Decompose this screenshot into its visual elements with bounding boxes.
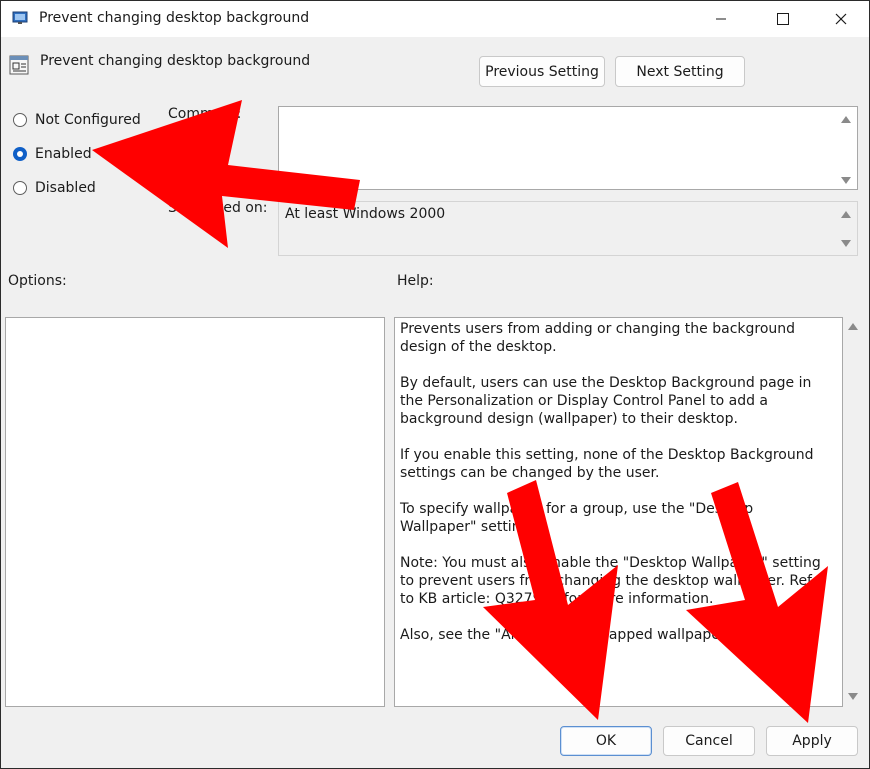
- scroll-down-icon[interactable]: [841, 240, 851, 247]
- radio-label: Disabled: [35, 180, 96, 196]
- cancel-button[interactable]: Cancel: [663, 726, 755, 756]
- radio-label: Not Configured: [35, 112, 141, 128]
- apply-button[interactable]: Apply: [766, 726, 858, 756]
- options-pane: [5, 317, 385, 707]
- supported-on-field: At least Windows 2000: [278, 201, 858, 256]
- options-label: Options:: [8, 273, 67, 289]
- comment-textarea[interactable]: [278, 106, 858, 190]
- scroll-up-icon[interactable]: [841, 116, 851, 123]
- help-pane: Prevents users from adding or changing t…: [394, 317, 843, 707]
- help-paragraph: Prevents users from adding or changing t…: [400, 321, 796, 355]
- minimize-button[interactable]: [697, 1, 745, 37]
- comment-label: Comment:: [168, 106, 242, 122]
- radio-not-configured[interactable]: Not Configured: [13, 112, 141, 128]
- policy-setting-icon: [9, 55, 29, 75]
- help-paragraph: Also, see the "Allow only bitmapped wall…: [400, 627, 790, 643]
- title-bar: Prevent changing desktop background: [1, 1, 869, 37]
- minimize-icon: [716, 18, 726, 20]
- help-paragraph: By default, users can use the Desktop Ba…: [400, 375, 812, 427]
- help-paragraph: To specify wallpaper for a group, use th…: [400, 501, 754, 535]
- close-button[interactable]: [817, 1, 865, 37]
- radio-enabled[interactable]: Enabled: [13, 146, 92, 162]
- help-text: Prevents users from adding or changing t…: [400, 320, 832, 662]
- policy-dialog: Prevent changing desktop background Prev…: [0, 0, 870, 769]
- help-label: Help:: [397, 273, 434, 289]
- app-icon: [12, 11, 28, 24]
- radio-button[interactable]: [13, 113, 27, 127]
- help-scroll-up-icon[interactable]: [848, 323, 858, 330]
- ok-button[interactable]: OK: [560, 726, 652, 756]
- previous-setting-button[interactable]: Previous Setting: [479, 56, 605, 87]
- window-title: Prevent changing desktop background: [39, 10, 310, 26]
- help-scroll-down-icon[interactable]: [848, 693, 858, 700]
- maximize-icon: [777, 13, 789, 25]
- scroll-up-icon[interactable]: [841, 211, 851, 218]
- supported-on-value: At least Windows 2000: [285, 206, 446, 222]
- help-paragraph: Note: You must also enable the "Desktop …: [400, 555, 827, 607]
- radio-label: Enabled: [35, 146, 92, 162]
- close-icon: [835, 13, 847, 25]
- radio-button[interactable]: [13, 181, 27, 195]
- scroll-down-icon[interactable]: [841, 177, 851, 184]
- supported-on-label: Supported on:: [168, 200, 268, 216]
- radio-disabled[interactable]: Disabled: [13, 180, 96, 196]
- help-paragraph: If you enable this setting, none of the …: [400, 447, 814, 481]
- maximize-button[interactable]: [759, 1, 807, 37]
- next-setting-button[interactable]: Next Setting: [615, 56, 745, 87]
- setting-title: Prevent changing desktop background: [40, 53, 311, 69]
- radio-button-checked[interactable]: [13, 147, 27, 161]
